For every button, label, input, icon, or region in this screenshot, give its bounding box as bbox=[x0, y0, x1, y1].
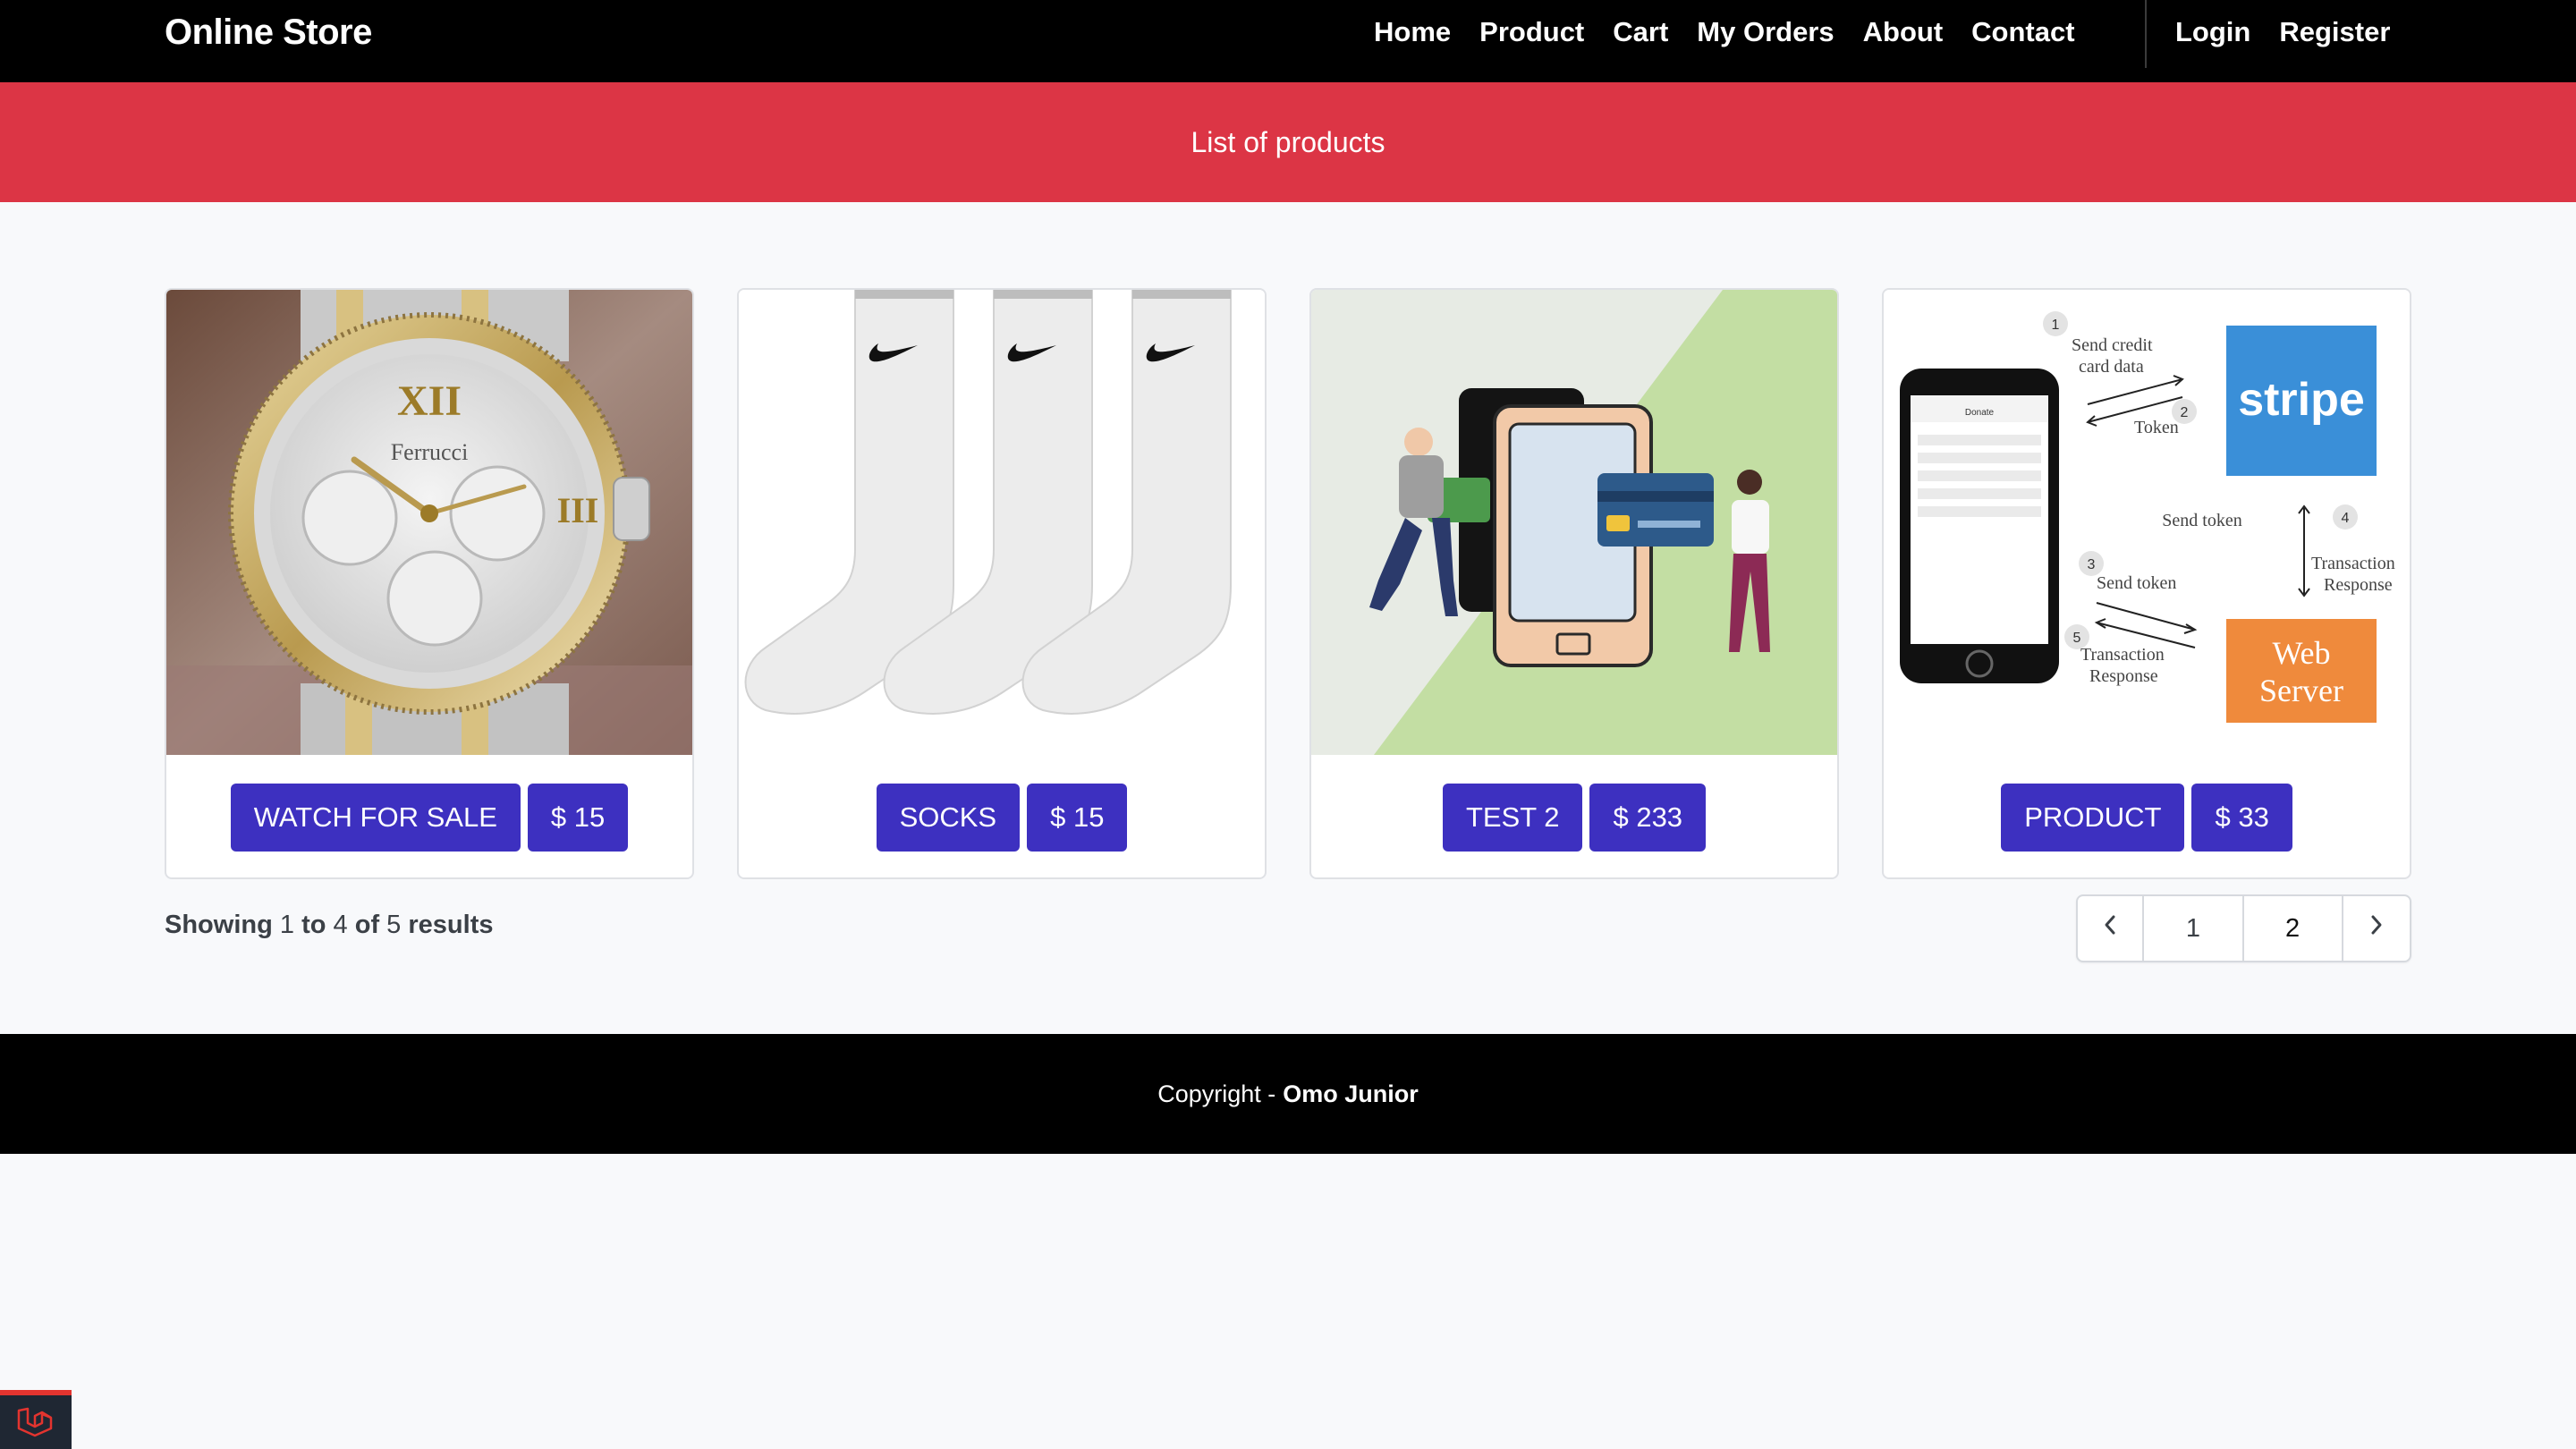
svg-text:III: III bbox=[557, 490, 599, 530]
svg-text:XII: XII bbox=[397, 377, 462, 425]
svg-text:Response: Response bbox=[2324, 575, 2393, 595]
svg-text:Transaction: Transaction bbox=[2311, 554, 2395, 573]
brand-logo-link[interactable]: Online Store bbox=[165, 0, 372, 64]
svg-text:Send credit: Send credit bbox=[2072, 335, 2153, 355]
auth-nav: Login Register bbox=[2175, 0, 2390, 64]
main-nav: Home Product Cart My Orders About Contac… bbox=[1374, 0, 2075, 64]
svg-text:Donate: Donate bbox=[1965, 408, 1995, 418]
page-title: List of products bbox=[1191, 125, 1385, 158]
nav-register[interactable]: Register bbox=[2279, 16, 2390, 48]
summary-prefix: Showing bbox=[165, 911, 273, 939]
navbar: Online Store Home Product Cart My Orders… bbox=[0, 0, 2576, 82]
pagination-page-2[interactable]: 2 bbox=[2244, 896, 2343, 961]
svg-text:Send token: Send token bbox=[2162, 511, 2241, 530]
product-name-button[interactable]: WATCH FOR SALE bbox=[230, 784, 521, 852]
svg-text:2: 2 bbox=[2181, 405, 2189, 420]
product-actions: PRODUCT $ 33 bbox=[1884, 784, 2410, 852]
laravel-debugbar-toggle[interactable] bbox=[0, 1390, 72, 1449]
nav-cart[interactable]: Cart bbox=[1613, 16, 1668, 48]
pagination: 1 2 bbox=[2076, 894, 2411, 962]
svg-text:5: 5 bbox=[2073, 631, 2081, 646]
results-summary: Showing 1 to 4 of 5 results bbox=[165, 911, 493, 940]
product-card: Donate stripe Web Server 1 2 3 4 5 Send … bbox=[1882, 288, 2411, 879]
footer-copyright: Copyright - bbox=[1157, 1080, 1276, 1107]
svg-text:Web: Web bbox=[2272, 635, 2330, 671]
svg-text:card data: card data bbox=[2079, 357, 2144, 377]
svg-text:stripe: stripe bbox=[2238, 374, 2365, 426]
summary-to: 4 bbox=[333, 911, 348, 939]
footer: Copyright - Omo Junior bbox=[0, 1034, 2576, 1154]
summary-suffix: results bbox=[408, 911, 494, 939]
svg-text:Response: Response bbox=[2089, 666, 2158, 686]
svg-text:Token: Token bbox=[2134, 418, 2179, 437]
product-price-button[interactable]: $ 15 bbox=[527, 784, 629, 852]
nav-home[interactable]: Home bbox=[1374, 16, 1451, 48]
svg-text:Transaction: Transaction bbox=[2080, 645, 2165, 665]
nav-product[interactable]: Product bbox=[1479, 16, 1584, 48]
product-actions: TEST 2 $ 233 bbox=[1311, 784, 1837, 852]
footer-author: Omo Junior bbox=[1283, 1080, 1419, 1107]
svg-text:4: 4 bbox=[2342, 511, 2350, 526]
product-image-stripe-diagram[interactable]: Donate stripe Web Server 1 2 3 4 5 Send … bbox=[1884, 290, 2410, 755]
chevron-right-icon bbox=[2368, 912, 2385, 945]
product-name-button[interactable]: PRODUCT bbox=[2001, 784, 2185, 852]
product-name-button[interactable]: TEST 2 bbox=[1442, 784, 1583, 852]
pagination-next[interactable] bbox=[2343, 896, 2410, 961]
product-price-button[interactable]: $ 233 bbox=[1589, 784, 1707, 852]
product-price-button[interactable]: $ 15 bbox=[1027, 784, 1128, 852]
nav-about[interactable]: About bbox=[1863, 16, 1944, 48]
pagination-prev[interactable] bbox=[2078, 896, 2145, 961]
svg-text:Server: Server bbox=[2259, 673, 2343, 708]
svg-text:3: 3 bbox=[2088, 557, 2096, 572]
summary-of-word: of bbox=[354, 911, 380, 939]
laravel-logo-icon bbox=[15, 1403, 56, 1442]
product-actions: SOCKS $ 15 bbox=[739, 784, 1265, 852]
product-image-wristwatch[interactable]: XII Ferrucci III VI bbox=[166, 290, 692, 755]
product-image-payment-illustration[interactable] bbox=[1311, 290, 1837, 755]
summary-total: 5 bbox=[386, 911, 402, 939]
product-price-button[interactable]: $ 33 bbox=[2191, 784, 2292, 852]
chevron-left-icon bbox=[2102, 912, 2118, 945]
summary-to-word: to bbox=[301, 911, 326, 939]
product-card: SOCKS $ 15 bbox=[737, 288, 1267, 879]
nav-contact[interactable]: Contact bbox=[1971, 16, 2074, 48]
svg-text:Ferrucci: Ferrucci bbox=[391, 439, 469, 465]
page-header-band: List of products bbox=[0, 82, 2576, 202]
svg-text:1: 1 bbox=[2052, 318, 2060, 333]
nav-login[interactable]: Login bbox=[2175, 16, 2250, 48]
summary-from: 1 bbox=[279, 911, 295, 939]
product-card: XII Ferrucci III VI WATCH FOR SALE $ 15 bbox=[165, 288, 694, 879]
product-name-button[interactable]: SOCKS bbox=[876, 784, 1021, 852]
product-card: TEST 2 $ 233 bbox=[1309, 288, 1839, 879]
nav-divider bbox=[2145, 0, 2147, 68]
nav-my-orders[interactable]: My Orders bbox=[1697, 16, 1834, 48]
product-actions: WATCH FOR SALE $ 15 bbox=[166, 784, 692, 852]
product-image-socks[interactable] bbox=[739, 290, 1265, 755]
svg-text:Send token: Send token bbox=[2097, 573, 2176, 593]
pagination-page-1[interactable]: 1 bbox=[2144, 896, 2244, 961]
